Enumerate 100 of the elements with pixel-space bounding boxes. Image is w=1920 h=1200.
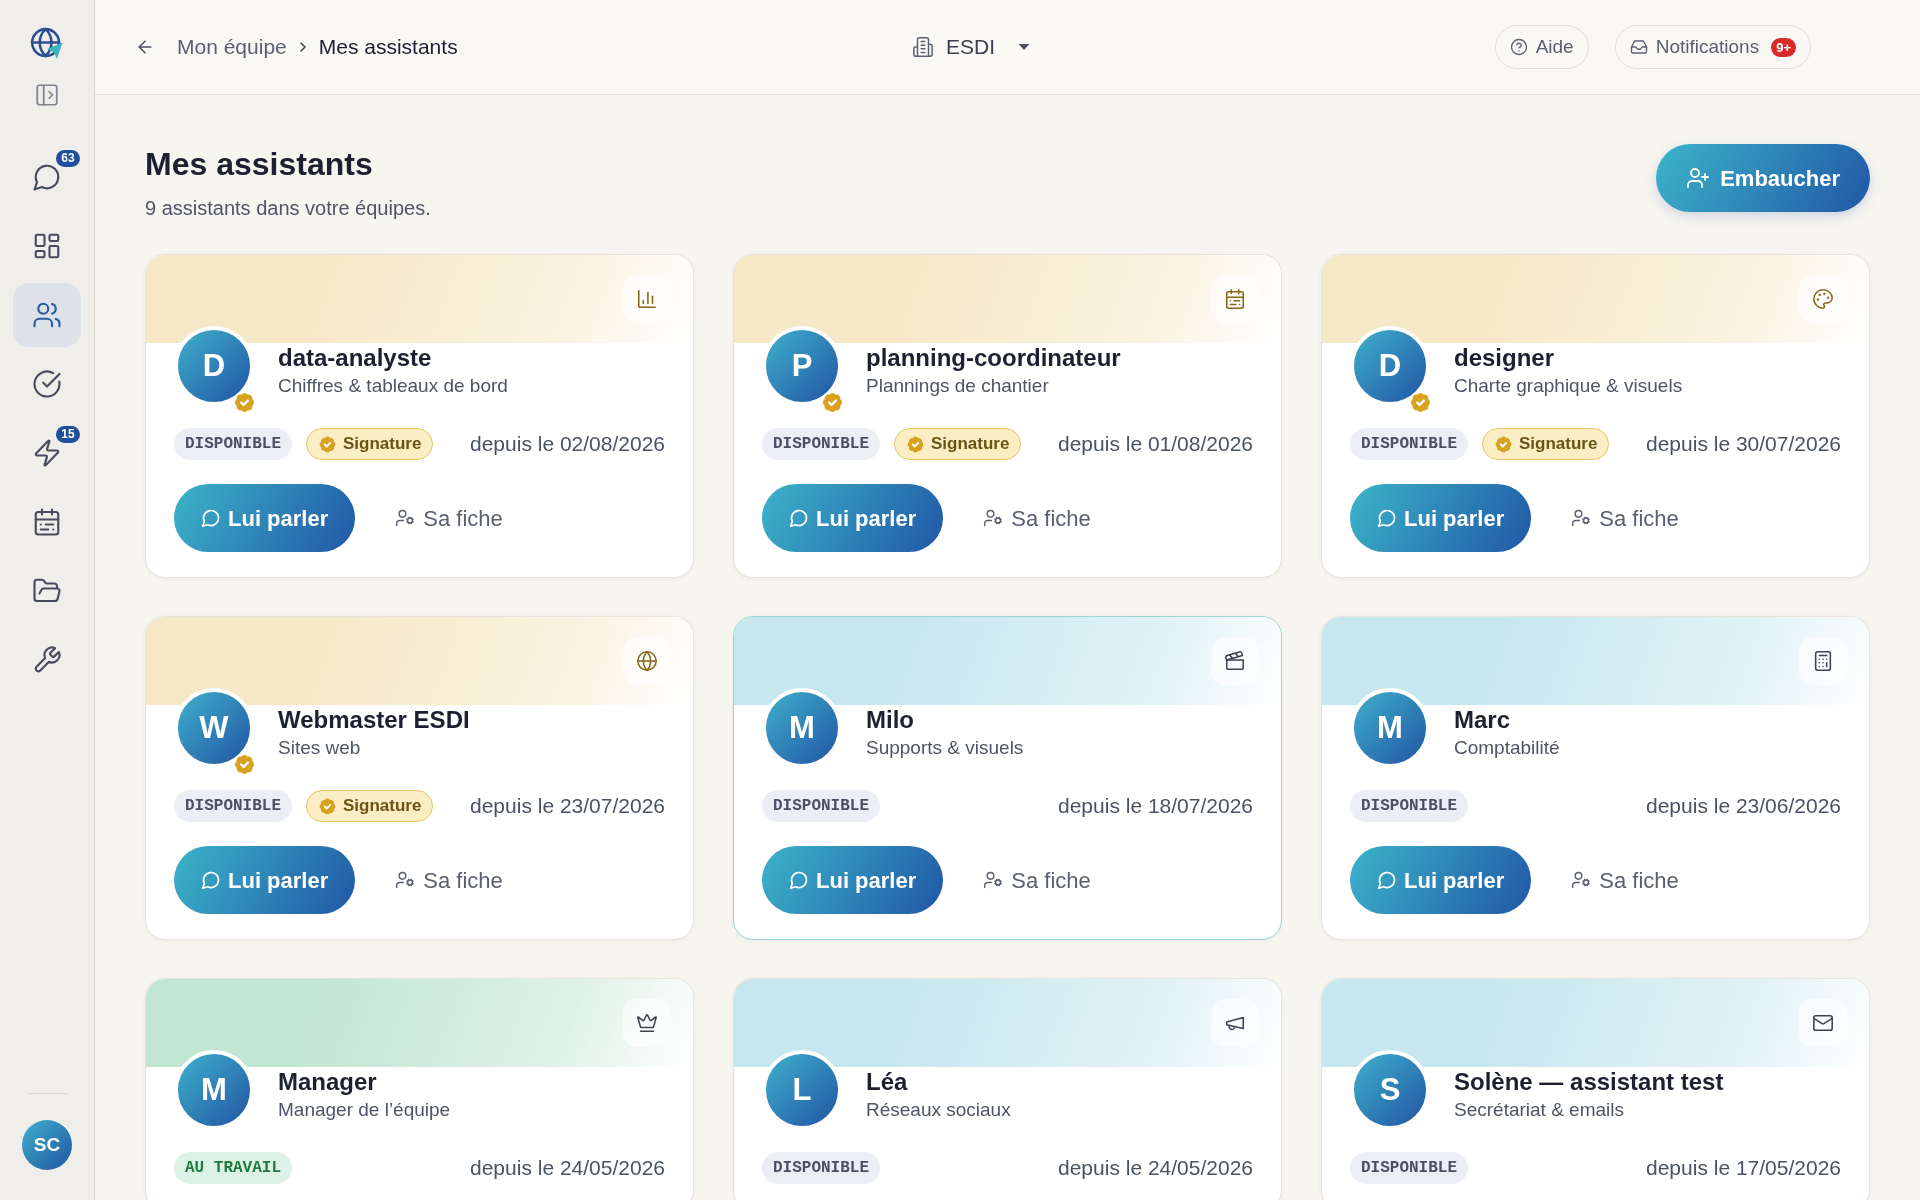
crown-icon: [623, 999, 671, 1047]
status-badge: DISPONIBLE: [762, 428, 880, 460]
signature-label: Signature: [343, 795, 422, 818]
signature-label: Signature: [1519, 433, 1598, 456]
status-badge: DISPONIBLE: [1350, 1152, 1468, 1184]
assistant-name: planning-coordinateur: [866, 343, 1121, 373]
hire-date: depuis le 01/08/2026: [1058, 431, 1253, 458]
talk-button[interactable]: Lui parler: [174, 484, 356, 552]
bar-chart-icon: [623, 275, 671, 323]
sidebar-nav-item[interactable]: 63: [13, 145, 81, 209]
chat-icon: [201, 508, 221, 528]
profile-link[interactable]: Sa fiche: [983, 501, 1091, 535]
profile-link[interactable]: Sa fiche: [395, 863, 503, 897]
verified-badge-icon: [318, 434, 337, 454]
chat-icon: [1377, 508, 1397, 528]
talk-button[interactable]: Lui parler: [762, 484, 944, 552]
panel-toggle-icon: [34, 82, 60, 108]
verified-badge-icon: [318, 796, 337, 816]
assistant-card[interactable]: D data-analyste Chiffres & tableaux de bord DISPONIBLE Signature depuis le 02/08/2026 Lui parler Sa fiche: [145, 254, 694, 578]
page-subtitle: 9 assistants dans votre équipes.: [145, 196, 431, 221]
hire-date: depuis le 17/05/2026: [1646, 1155, 1841, 1182]
assistant-role: Plannings de chantier: [866, 374, 1050, 398]
clapperboard-icon: [1211, 637, 1259, 685]
notification-badge: 9+: [1771, 37, 1796, 57]
status-badge: DISPONIBLE: [762, 1152, 880, 1184]
assistant-role: Manager de l’équipe: [278, 1098, 451, 1122]
sidebar-nav-item[interactable]: [13, 283, 81, 347]
user-cog-icon: [1571, 870, 1592, 890]
status-badge: DISPONIBLE: [174, 790, 292, 822]
status-badge: DISPONIBLE: [174, 428, 292, 460]
assistant-card[interactable]: L Léa Réseaux sociaux DISPONIBLE depuis le 24/05/2026: [733, 978, 1282, 1200]
hire-date: depuis le 24/05/2026: [470, 1155, 665, 1182]
workspace-selector[interactable]: ESDI: [912, 31, 1033, 63]
hire-date: depuis le 02/08/2026: [470, 431, 665, 458]
signature-label: Signature: [343, 433, 422, 456]
verified-badge-icon: [233, 753, 256, 776]
breadcrumb-current: Mes assistants: [318, 34, 458, 61]
hire-date: depuis le 24/05/2026: [1058, 1155, 1253, 1182]
hire-button[interactable]: Embaucher: [1656, 144, 1870, 212]
talk-button[interactable]: Lui parler: [174, 846, 356, 914]
assistant-name: Marc: [1454, 705, 1512, 735]
assistant-card[interactable]: M Marc Comptabilité DISPONIBLE depuis le 23/06/2026 Lui parler Sa fiche: [1321, 616, 1870, 940]
help-icon: [1509, 38, 1528, 56]
talk-button[interactable]: Lui parler: [762, 846, 944, 914]
user-cog-icon: [983, 508, 1004, 528]
calculator-icon: [1799, 637, 1847, 685]
page-title: Mes assistants: [145, 145, 374, 184]
chat-icon: [201, 870, 221, 890]
status-badge: DISPONIBLE: [1350, 428, 1468, 460]
assistant-role: Supports & visuels: [866, 736, 1024, 760]
user-plus-icon: [1686, 166, 1711, 190]
assistant-card[interactable]: S Solène — assistant test Secrétariat & emails DISPONIBLE depuis le 17/05/2026: [1321, 978, 1870, 1200]
hire-date: depuis le 23/07/2026: [470, 793, 665, 820]
hire-date: depuis le 23/06/2026: [1646, 793, 1841, 820]
assistant-card[interactable]: M Manager Manager de l’équipe AU TRAVAIL depuis le 24/05/2026: [145, 978, 694, 1200]
assistant-card[interactable]: P planning-coordinateur Plannings de chantier DISPONIBLE Signature depuis le 01/08/2026 Lui parler Sa fiche: [733, 254, 1282, 578]
assistant-card[interactable]: W Webmaster ESDI Sites web DISPONIBLE Signature depuis le 23/07/2026 Lui parler Sa fiche: [145, 616, 694, 940]
calendar-icon: [1211, 275, 1259, 323]
profile-link[interactable]: Sa fiche: [983, 863, 1091, 897]
assistant-role: Charte graphique & visuels: [1454, 374, 1683, 398]
chat-icon: [789, 508, 809, 528]
assistant-name: Manager: [278, 1067, 378, 1097]
check-circle-icon: [32, 369, 62, 399]
count-badge: 15: [56, 426, 80, 443]
status-badge: DISPONIBLE: [762, 790, 880, 822]
user-cog-icon: [983, 870, 1004, 890]
chat-icon: [1377, 870, 1397, 890]
profile-link[interactable]: Sa fiche: [1571, 863, 1679, 897]
lightning-icon: [32, 438, 62, 468]
assistant-name: Milo: [866, 705, 915, 735]
profile-link[interactable]: Sa fiche: [395, 501, 503, 535]
talk-button[interactable]: Lui parler: [1350, 484, 1532, 552]
verified-badge-icon: [1494, 434, 1513, 454]
verified-badge-icon: [906, 434, 925, 454]
assistant-role: Réseaux sociaux: [866, 1098, 1011, 1122]
inbox-icon: [1629, 38, 1648, 56]
calendar-icon: [32, 507, 62, 537]
assistant-role: Comptabilité: [1454, 736, 1560, 760]
assistant-role: Chiffres & tableaux de bord: [278, 374, 508, 398]
talk-button[interactable]: Lui parler: [1350, 846, 1532, 914]
breadcrumb-link[interactable]: Mon équipe: [177, 31, 287, 63]
wrench-icon: [32, 645, 62, 675]
assistant-name: data-analyste: [278, 343, 433, 373]
signature-label: Signature: [931, 433, 1010, 456]
assistant-card[interactable]: M Milo Supports & visuels DISPONIBLE depuis le 18/07/2026 Lui parler Sa fiche: [733, 616, 1282, 940]
assistant-name: Solène — assistant test: [1454, 1067, 1724, 1097]
hire-date: depuis le 30/07/2026: [1646, 431, 1841, 458]
user-avatar[interactable]: SC: [22, 1120, 72, 1170]
status-badge: AU TRAVAIL: [174, 1152, 292, 1184]
sidebar-toggle-button[interactable]: [33, 81, 61, 109]
assistant-card[interactable]: D designer Charte graphique & visuels DISPONIBLE Signature depuis le 30/07/2026 Lui parler Sa fiche: [1321, 254, 1870, 578]
sidebar-nav-item[interactable]: 15: [13, 421, 81, 485]
profile-link[interactable]: Sa fiche: [1571, 501, 1679, 535]
chat-icon: [32, 162, 62, 192]
globe-logo-icon: [30, 27, 64, 61]
verified-badge-icon: [1409, 391, 1432, 414]
user-cog-icon: [395, 508, 416, 528]
verified-badge-icon: [821, 391, 844, 414]
assistant-name: designer: [1454, 343, 1556, 373]
mail-icon: [1799, 999, 1847, 1047]
